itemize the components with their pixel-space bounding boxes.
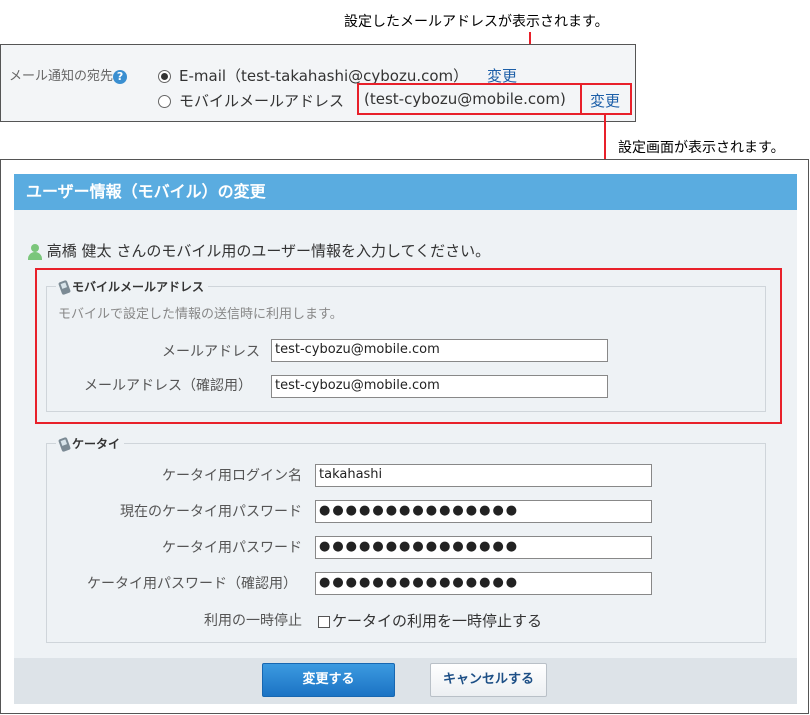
dialog-footer bbox=[14, 658, 797, 704]
annotation-right-note: 設定画面が表示されます。 bbox=[618, 140, 785, 156]
intro-message: 高橋 健太 さんのモバイル用のユーザー情報を入力してください。 bbox=[28, 240, 490, 261]
current-password-label: 現在のケータイ用パスワード bbox=[120, 504, 302, 520]
annotation-top-note: 設定したメールアドレスが表示されます。 bbox=[344, 14, 609, 30]
radio-mobile[interactable]: モバイルメールアドレス bbox=[158, 90, 344, 111]
dialog-title: ユーザー情報（モバイル）の変更 bbox=[14, 174, 797, 210]
new-password-label: ケータイ用パスワード bbox=[162, 540, 302, 556]
user-icon bbox=[28, 243, 42, 260]
radio-selected-icon[interactable] bbox=[158, 70, 171, 83]
keitai-legend: ケータイ bbox=[56, 435, 125, 453]
mobile-phone-icon bbox=[58, 436, 71, 453]
cancel-button[interactable]: キャンセルする bbox=[430, 663, 547, 697]
confirm-password-label: ケータイ用パスワード（確認用） bbox=[87, 576, 297, 592]
highlight-mobile-email-section bbox=[35, 268, 782, 424]
keitai-login-label: ケータイ用ログイン名 bbox=[162, 468, 302, 484]
notification-destination-label: メール通知の宛先? bbox=[9, 65, 128, 84]
pause-label: 利用の一時停止 bbox=[204, 613, 302, 629]
mobile-address-text: (test-cybozu@mobile.com) bbox=[364, 90, 566, 108]
keitai-login-field[interactable]: takahashi bbox=[315, 464, 652, 487]
confirm-password-field[interactable]: ●●●●●●●●●●●●●●● bbox=[315, 572, 652, 595]
submit-button[interactable]: 変更する bbox=[262, 663, 395, 697]
change-mobile-link[interactable]: 変更 bbox=[590, 90, 620, 111]
current-password-field[interactable]: ●●●●●●●●●●●●●●● bbox=[315, 500, 652, 523]
checkbox-icon[interactable] bbox=[318, 615, 330, 628]
radio-unselected-icon[interactable] bbox=[158, 95, 171, 108]
pause-checkbox[interactable]: ケータイの利用を一時停止する bbox=[318, 610, 542, 631]
intro-user-name: 高橋 健太 bbox=[46, 242, 112, 260]
new-password-field[interactable]: ●●●●●●●●●●●●●●● bbox=[315, 536, 652, 559]
question-circle-icon[interactable]: ? bbox=[113, 69, 128, 84]
